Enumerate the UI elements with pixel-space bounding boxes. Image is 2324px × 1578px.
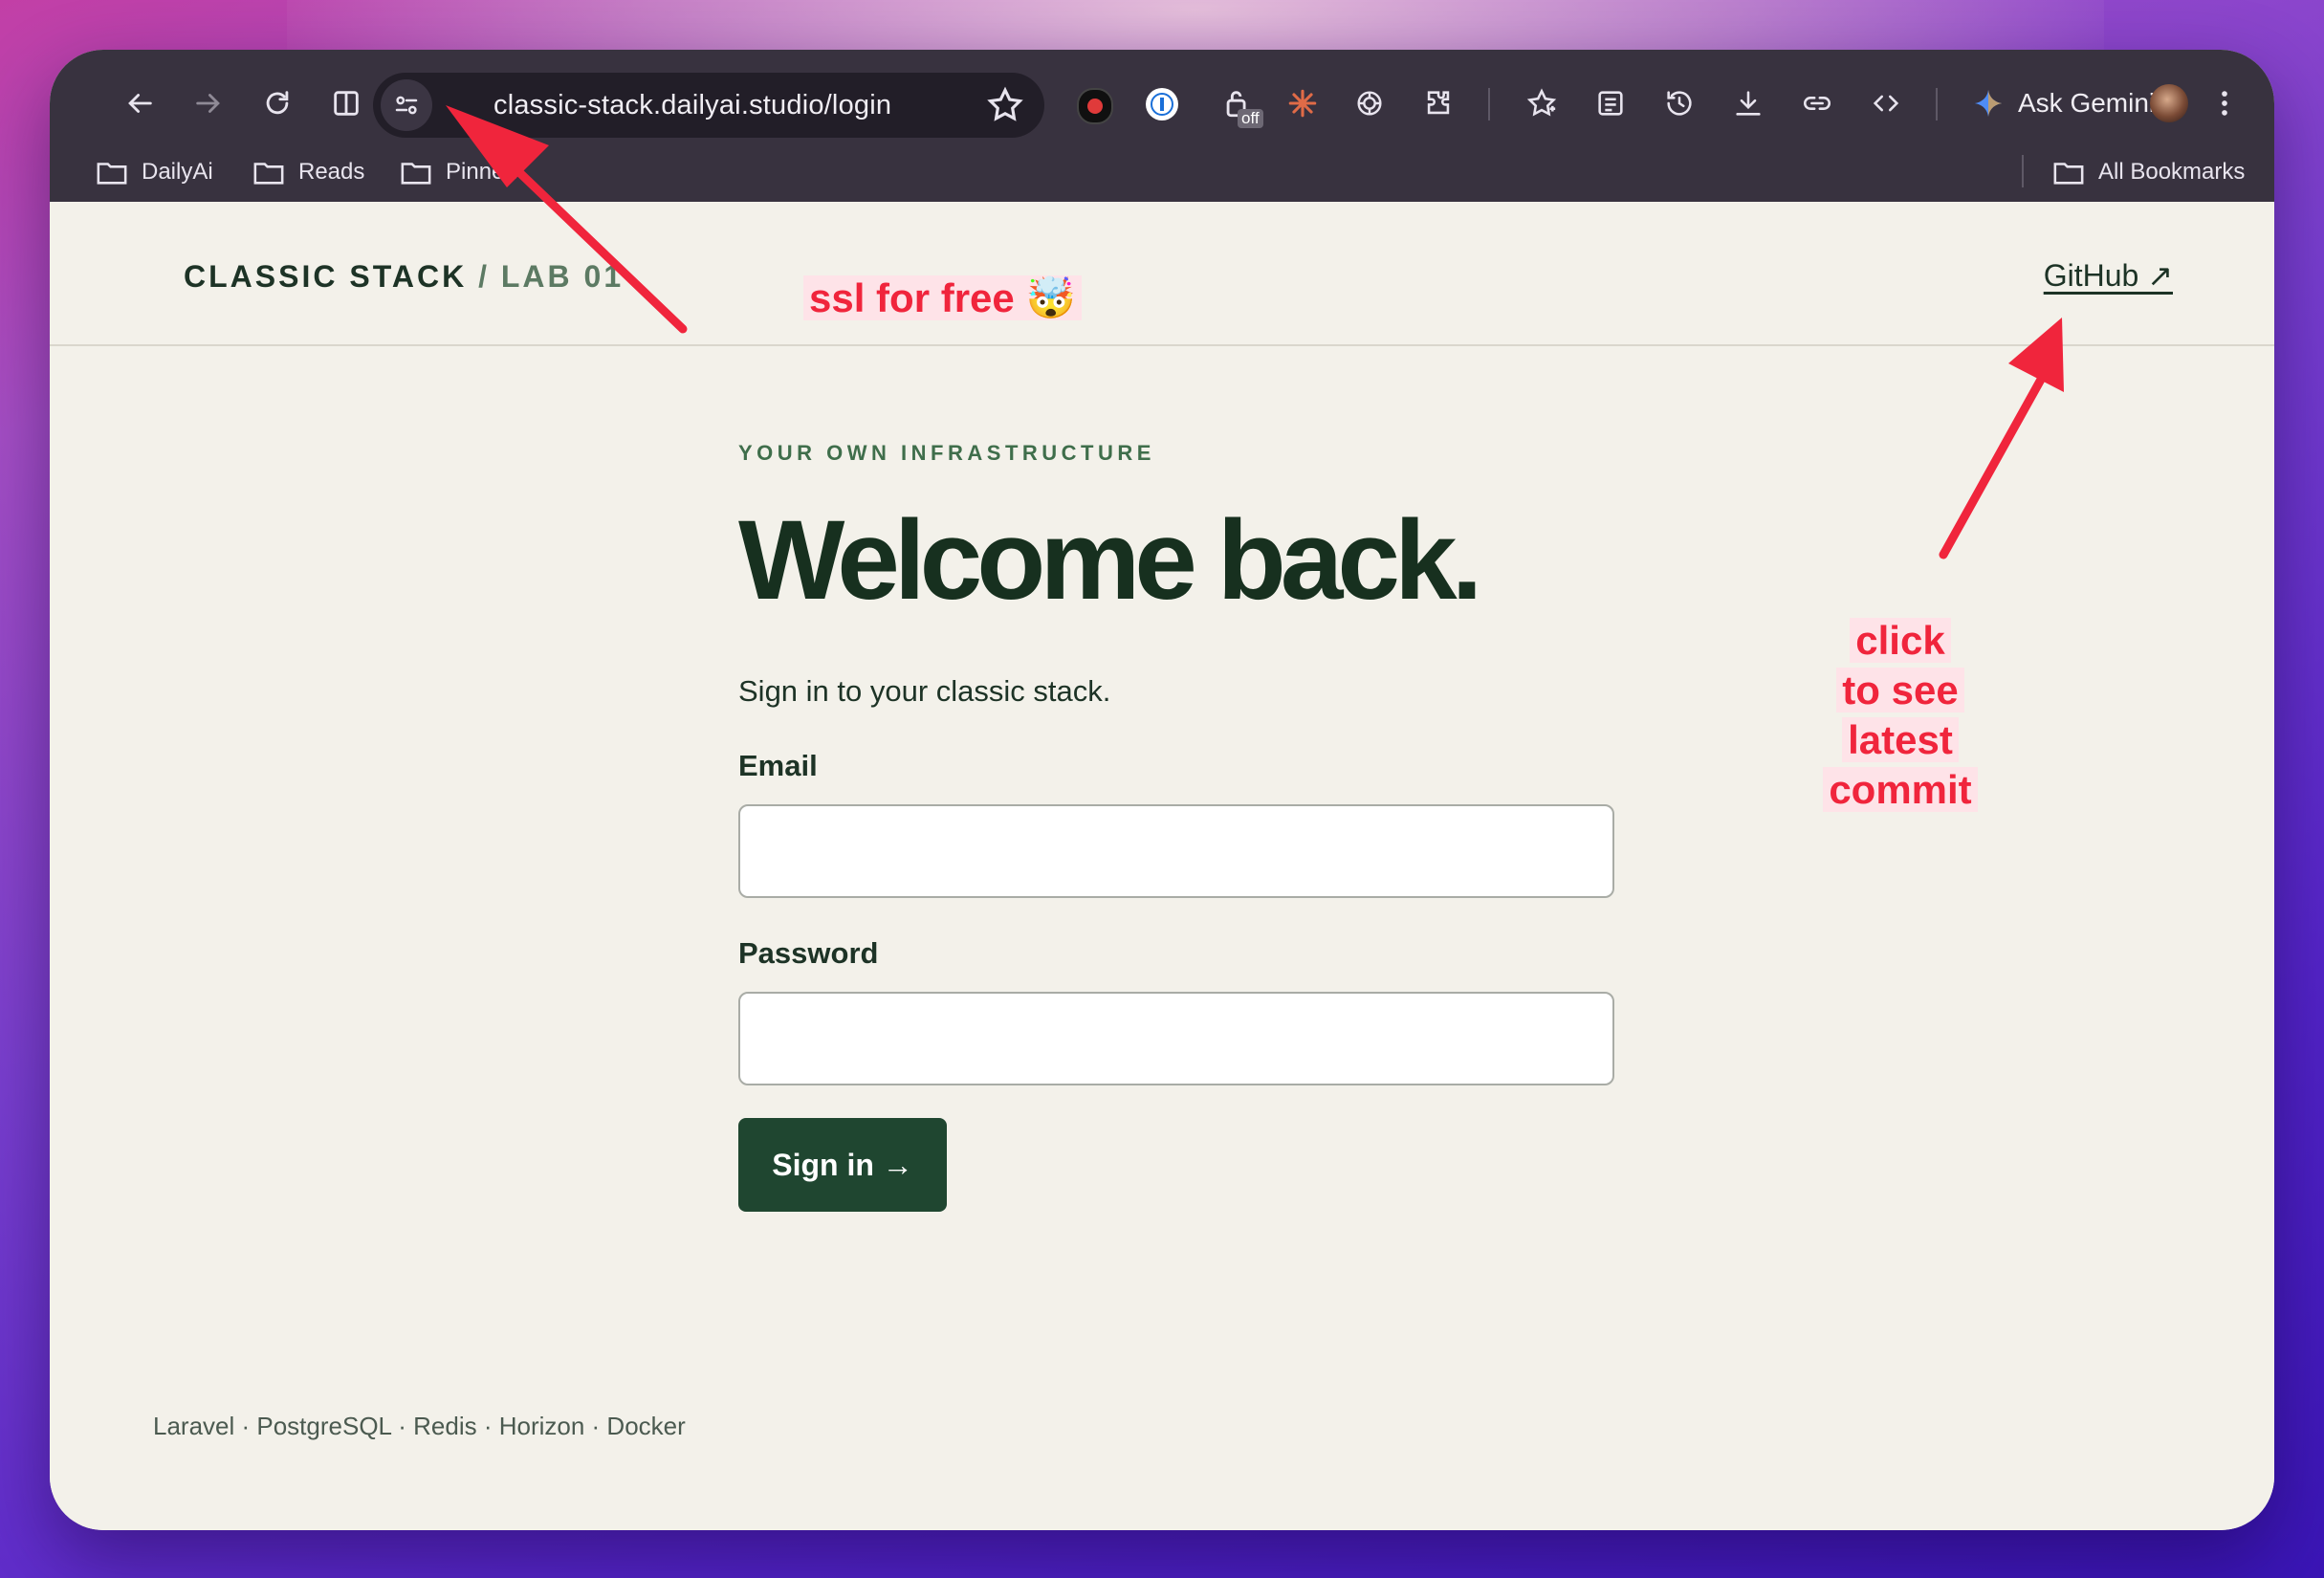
bookmark-folder-reads[interactable]: Reads xyxy=(252,145,364,199)
bookmark-label: Pinned xyxy=(446,159,517,185)
extension-off-icon[interactable]: off xyxy=(1211,67,1264,140)
extensions-puzzle-icon[interactable] xyxy=(1412,67,1465,140)
page-subtitle: Sign in to your classic stack. xyxy=(738,674,1111,708)
reload-icon[interactable] xyxy=(251,67,304,140)
extension-red-bug-icon[interactable] xyxy=(1077,88,1113,124)
kebab-menu-icon[interactable] xyxy=(2205,67,2244,140)
forward-icon[interactable] xyxy=(182,67,235,140)
annotation-emoji: 🤯 xyxy=(1025,275,1076,320)
back-icon[interactable] xyxy=(113,67,166,140)
annotation-ssl-text: ssl for free xyxy=(809,275,1015,320)
split-view-icon[interactable] xyxy=(319,67,373,140)
bookmark-folder-pinned[interactable]: Pinned xyxy=(400,145,517,199)
bookmarks-divider xyxy=(2022,155,2024,187)
browser-toolbar: classic-stack.dailyai.studio/login off A… xyxy=(50,67,2274,140)
email-field[interactable] xyxy=(738,804,1614,898)
brand-sub: LAB 01 xyxy=(500,259,625,294)
profile-avatar[interactable] xyxy=(2150,84,2188,122)
annotation-ssl: ssl for free 🤯 xyxy=(803,275,1082,322)
site-header: CLASSIC STACK / LAB 01 GitHub ↗ xyxy=(50,202,2274,346)
brand-separator: / xyxy=(467,259,501,294)
folder-icon xyxy=(2053,163,2084,185)
address-bar[interactable]: classic-stack.dailyai.studio/login xyxy=(373,73,1044,138)
password-manager-icon[interactable] xyxy=(1146,88,1178,121)
reading-list-icon[interactable] xyxy=(1584,67,1637,140)
password-field[interactable] xyxy=(738,992,1614,1085)
annotation-line: latest xyxy=(1842,717,1959,762)
site-settings-icon[interactable] xyxy=(381,79,432,131)
browser-chrome: classic-stack.dailyai.studio/login off A… xyxy=(50,50,2274,202)
claude-icon[interactable] xyxy=(1276,67,1329,140)
folder-icon xyxy=(253,163,284,185)
email-label: Email xyxy=(738,749,818,782)
annotation-line: click xyxy=(1850,618,1951,663)
openai-icon[interactable] xyxy=(1343,67,1396,140)
eyebrow: YOUR OWN INFRASTRUCTURE xyxy=(738,441,1155,465)
brand-name: CLASSIC STACK xyxy=(184,259,468,294)
bookmark-label: Reads xyxy=(298,159,365,185)
page-title: Welcome back. xyxy=(738,497,1482,624)
web-page: CLASSIC STACK / LAB 01 GitHub ↗ YOUR OWN… xyxy=(50,202,2274,1530)
history-icon[interactable] xyxy=(1653,67,1706,140)
bookmark-star-icon[interactable] xyxy=(985,85,1025,125)
folder-icon xyxy=(97,163,127,185)
download-icon[interactable] xyxy=(1721,67,1775,140)
login-form: YOUR OWN INFRASTRUCTURE Welcome back. Si… xyxy=(738,441,1618,1212)
annotation-line: commit xyxy=(1823,767,1978,812)
bookmark-folder-dailyai[interactable]: DailyAi xyxy=(96,145,213,199)
site-brand: CLASSIC STACK / LAB 01 xyxy=(184,259,624,295)
url-text[interactable]: classic-stack.dailyai.studio/login xyxy=(493,73,891,138)
gemini-sparkle-icon xyxy=(1974,89,2003,118)
toolbar-divider xyxy=(1936,88,1938,121)
bookmarks-bar: DailyAi Reads Pinned All Bookmarks xyxy=(50,145,2274,199)
all-bookmarks-button[interactable]: All Bookmarks xyxy=(2052,145,2245,199)
toolbar-divider xyxy=(1488,88,1490,121)
favorites-icon[interactable] xyxy=(1515,67,1568,140)
extension-off-badge: off xyxy=(1238,109,1263,128)
ask-gemini-label: Ask Gemini xyxy=(2018,88,2156,118)
ask-gemini-button[interactable]: Ask Gemini xyxy=(1972,67,2155,140)
all-bookmarks-label: All Bookmarks xyxy=(2098,159,2246,185)
sign-in-button[interactable]: Sign in → xyxy=(738,1118,947,1212)
folder-icon xyxy=(401,163,431,185)
github-link[interactable]: GitHub ↗ xyxy=(2044,257,2173,294)
bookmark-label: DailyAi xyxy=(142,159,213,185)
password-label: Password xyxy=(738,936,879,970)
annotation-line: to see xyxy=(1836,668,1964,712)
code-icon[interactable] xyxy=(1859,67,1913,140)
footer-stack: Laravel · PostgreSQL · Redis · Horizon ·… xyxy=(153,1412,686,1440)
link-icon[interactable] xyxy=(1790,67,1844,140)
annotation-click: click to see latest commit xyxy=(1809,616,1991,815)
